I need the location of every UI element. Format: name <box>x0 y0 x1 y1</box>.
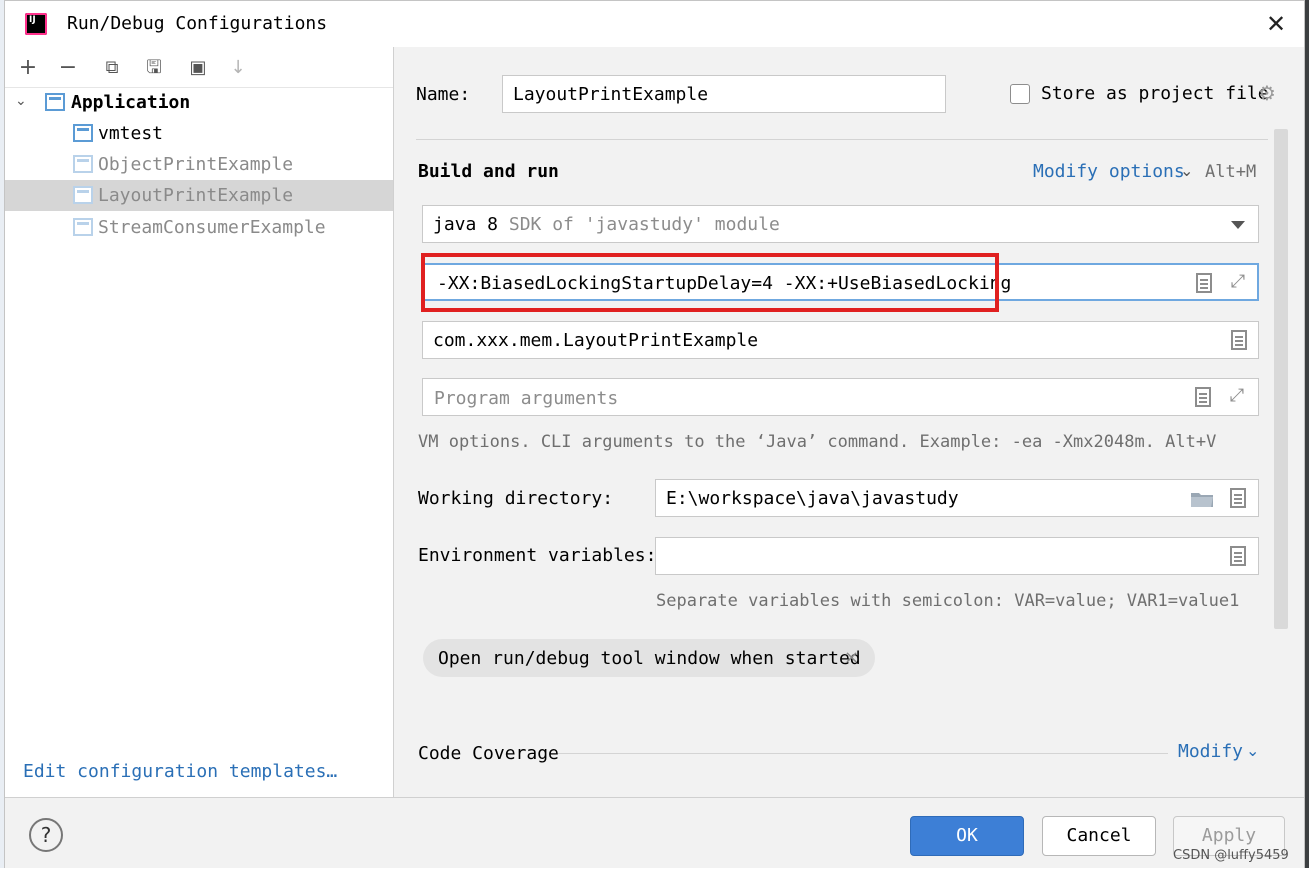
expand-icon[interactable]: ⤢ <box>1228 272 1248 292</box>
chip-label: Open run/debug tool window when started <box>438 648 861 669</box>
working-directory-label: Working directory: <box>418 488 614 509</box>
background-bottom <box>0 868 1309 873</box>
tree-item-objectprintexample[interactable]: ObjectPrintExample <box>5 149 393 180</box>
store-as-project-file-checkbox[interactable] <box>1010 84 1030 104</box>
tree-item-vmtest[interactable]: vmtest <box>5 118 393 149</box>
temporary-config-icon <box>73 218 93 236</box>
name-input-value: LayoutPrintExample <box>513 84 709 105</box>
remove-icon[interactable]: − <box>55 55 81 81</box>
window-title: Run/Debug Configurations <box>67 13 328 34</box>
scrollbar[interactable] <box>1274 129 1288 629</box>
divider <box>416 139 1268 140</box>
tree-item-label: vmtest <box>98 123 164 144</box>
chevron-down-icon[interactable]: ⌄ <box>15 93 27 109</box>
code-coverage-heading: Code Coverage <box>418 743 559 764</box>
title-bar: IJ Run/Debug Configurations ✕ <box>5 1 1304 47</box>
help-icon[interactable]: ? <box>29 818 63 852</box>
edit-configuration-templates-link[interactable]: Edit configuration templates… <box>23 761 337 782</box>
chevron-down-icon: ⌄ <box>1180 161 1194 180</box>
save-icon[interactable]: 🖫 <box>141 55 167 81</box>
cancel-button[interactable]: Cancel <box>1042 816 1156 856</box>
watermark-text: CSDN @luffy5459 <box>1173 848 1289 863</box>
add-icon[interactable]: + <box>15 55 41 81</box>
application-icon <box>45 93 65 111</box>
sort-icon: ↓ <box>230 57 246 78</box>
name-label: Name: <box>416 84 471 105</box>
document-icon[interactable] <box>1195 387 1211 407</box>
chevron-down-icon: ⌄ <box>1246 741 1260 760</box>
dialog-footer: ? OK Cancel Apply <box>5 797 1304 870</box>
open-tool-window-chip[interactable]: Open run/debug tool window when started … <box>423 639 875 677</box>
main-class-value: com.xxx.mem.LayoutPrintExample <box>433 330 759 351</box>
new-folder-icon[interactable]: ▣ <box>185 55 211 81</box>
modify-link[interactable]: Modify <box>1178 741 1243 762</box>
application-icon <box>73 124 93 142</box>
working-directory-value: E:\workspace\java\javastudy <box>666 488 959 509</box>
gear-icon[interactable]: ⚙ <box>1258 81 1276 105</box>
divider <box>558 753 1168 754</box>
document-icon[interactable] <box>1231 330 1247 350</box>
close-icon[interactable]: ✕ <box>1261 9 1291 39</box>
temporary-config-icon <box>73 155 93 173</box>
program-arguments-input[interactable]: Program arguments ⤢ <box>422 378 1259 416</box>
temporary-config-icon <box>73 186 93 204</box>
remove-chip-icon[interactable]: × <box>844 647 859 668</box>
jdk-main: java 8 <box>433 214 499 235</box>
ok-button[interactable]: OK <box>910 816 1024 856</box>
folder-icon[interactable] <box>1190 490 1214 508</box>
tree-item-label: LayoutPrintExample <box>98 185 294 206</box>
store-as-project-file-label: Store as project file <box>1041 83 1269 104</box>
tree-item-layoutprintexample[interactable]: LayoutPrintExample <box>5 180 393 211</box>
tree-group-label: Application <box>71 92 191 113</box>
expand-icon[interactable]: ⤢ <box>1227 386 1247 406</box>
configuration-editor: Name: LayoutPrintExample Store as projec… <box>394 47 1304 797</box>
document-icon[interactable] <box>1196 273 1212 293</box>
jdk-hint: SDK of 'javastudy' module <box>508 214 780 235</box>
app-icon-text: IJ <box>29 15 36 25</box>
sidebar-toolbar: + − ⧉ 🖫 ▣ ↓ <box>5 47 393 88</box>
vm-options-hint: VM options. CLI arguments to the ‘Java’ … <box>418 432 1217 452</box>
working-directory-input[interactable]: E:\workspace\java\javastudy <box>655 479 1259 517</box>
dropdown-arrow-icon <box>1231 221 1245 229</box>
jdk-select[interactable]: java 8 SDK of 'javastudy' module <box>422 205 1259 243</box>
environment-variables-hint: Separate variables with semicolon: VAR=v… <box>656 591 1240 611</box>
program-arguments-placeholder: Program arguments <box>434 388 619 409</box>
name-input[interactable]: LayoutPrintExample <box>502 75 946 113</box>
run-debug-dialog: IJ Run/Debug Configurations ✕ + − ⧉ 🖫 ▣ … <box>4 0 1305 870</box>
tree-item-streamconsumerexample[interactable]: StreamConsumerExample <box>5 212 393 243</box>
tree-group-application[interactable]: ⌄ Application <box>5 87 393 118</box>
modify-options-link[interactable]: Modify options <box>1033 161 1185 182</box>
intellij-app-icon: IJ <box>25 13 47 35</box>
copy-icon[interactable]: ⧉ <box>99 55 125 81</box>
document-icon[interactable] <box>1230 546 1246 566</box>
environment-variables-input[interactable] <box>655 537 1259 575</box>
highlight-annotation-box <box>421 253 999 312</box>
jdk-value: java 8 SDK of 'javastudy' module <box>433 214 780 235</box>
tree-item-label: ObjectPrintExample <box>98 154 294 175</box>
modify-options-shortcut: Alt+M <box>1205 162 1257 182</box>
document-icon[interactable] <box>1230 488 1246 508</box>
build-and-run-heading: Build and run <box>418 161 559 182</box>
tree-item-label: StreamConsumerExample <box>98 217 326 238</box>
environment-variables-label: Environment variables: <box>418 545 657 566</box>
configurations-sidebar: + − ⧉ 🖫 ▣ ↓ ⌄ Application vmtest ObjectP… <box>5 47 394 797</box>
main-class-input[interactable]: com.xxx.mem.LayoutPrintExample <box>422 321 1259 359</box>
